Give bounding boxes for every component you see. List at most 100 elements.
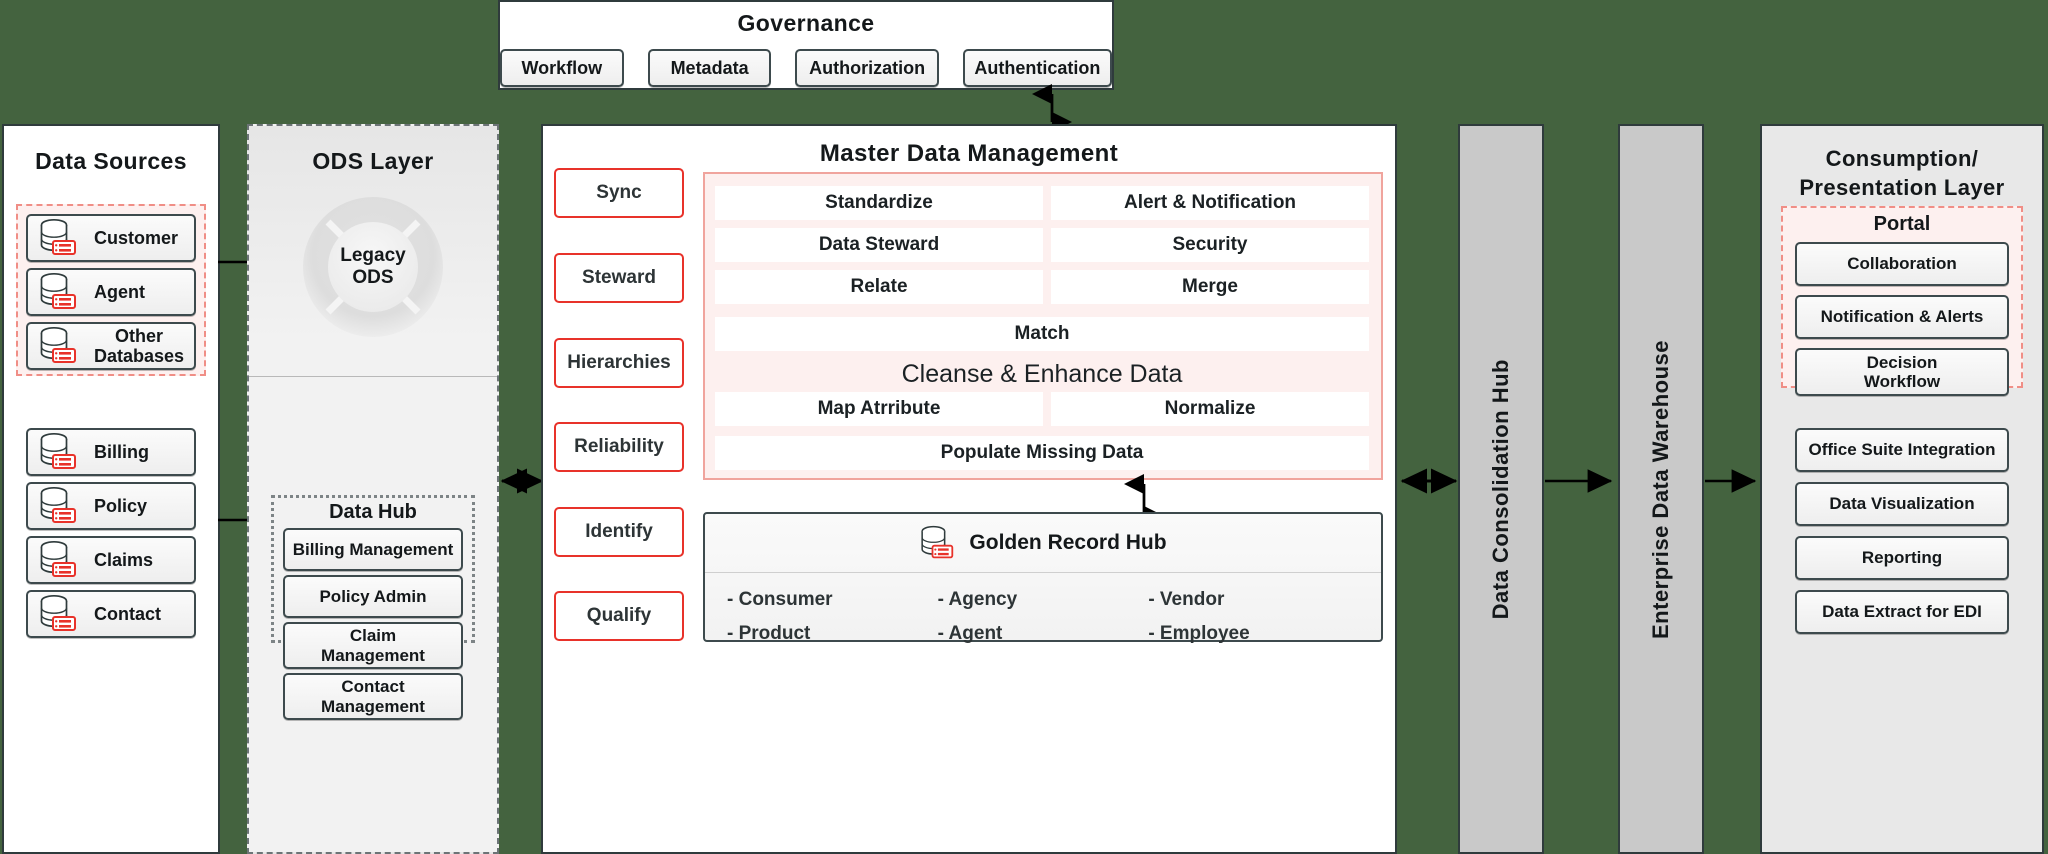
mdm-capability-match[interactable]: Match	[715, 317, 1369, 351]
mdm-capability-label: Standardize	[825, 192, 933, 213]
portal-item-label: Collaboration	[1847, 254, 1957, 274]
mdm-capability-normalize[interactable]: Normalize	[1051, 392, 1369, 426]
data-source-billing[interactable]: Billing	[26, 428, 196, 476]
enterprise-data-warehouse-label: Enterprise Data Warehouse	[1648, 339, 1673, 639]
mdm-capability-populate-missing-data[interactable]: Populate Missing Data	[715, 436, 1369, 470]
ods-layer-title: ODS Layer	[312, 148, 434, 174]
warehouse-to-consumption-arrow	[1705, 469, 1757, 493]
mdm-capability-security[interactable]: Security	[1051, 228, 1369, 262]
legacy-ods-label-line1: Legacy	[340, 245, 406, 266]
diagram-canvas: Governance Workflow Metadata Authorizati…	[0, 0, 2048, 854]
golden-record-hub-card: Golden Record Hub - Consumer - Agency - …	[703, 512, 1383, 644]
mdm-capability-label: Relate	[850, 276, 908, 297]
data-source-policy[interactable]: Policy	[26, 482, 196, 530]
consumption-service-data-extract-edi[interactable]: Data Extract for EDI	[1795, 590, 2009, 634]
portal-item-collaboration[interactable]: Collaboration	[1795, 242, 2009, 286]
database-icon	[38, 593, 78, 635]
data-hub-item-label: Claim Management	[321, 626, 425, 665]
data-hub-title: Data Hub	[329, 501, 417, 523]
golden-record-entity: - Vendor	[1148, 589, 1225, 610]
mdm-capability-label: Alert & Notification	[1123, 192, 1297, 213]
governance-item-metadata[interactable]: Metadata	[647, 49, 772, 87]
data-consolidation-hub-label: Data Consolidation Hub	[1488, 358, 1513, 620]
data-source-label: Policy	[94, 495, 148, 516]
governance-panel: Governance Workflow Metadata Authorizati…	[498, 0, 1114, 90]
golden-record-entity-grid: - Consumer - Agency - Vendor - Product -…	[705, 573, 1381, 659]
consumption-service-label: Data Visualization	[1829, 494, 1975, 514]
database-icon	[38, 217, 78, 259]
database-icon	[38, 325, 78, 367]
mdm-rail-label: Qualify	[586, 605, 652, 626]
golden-record-entity: - Employee	[1148, 623, 1250, 644]
ods-divider	[249, 376, 497, 377]
mdm-capability-label: Security	[1172, 234, 1248, 255]
data-sources-panel: Data Sources Customer Agent Other Databa…	[2, 124, 220, 854]
mdm-rail-steward[interactable]: Steward	[554, 253, 684, 303]
mdm-capability-relate[interactable]: Relate	[715, 270, 1043, 304]
database-icon	[38, 539, 78, 581]
legacy-ods-node[interactable]: Legacy ODS	[302, 196, 444, 338]
consumption-service-office-suite-integration[interactable]: Office Suite Integration	[1795, 428, 2009, 472]
governance-item-authentication[interactable]: Authentication	[962, 49, 1113, 87]
mdm-capability-label: Merge	[1182, 276, 1238, 297]
database-icon	[919, 523, 955, 563]
portal-item-notification-alerts[interactable]: Notification & Alerts	[1795, 295, 2009, 339]
data-hub-item-policy-admin[interactable]: Policy Admin	[283, 575, 463, 618]
data-hub-item-label: Contact Management	[321, 677, 425, 716]
governance-item-label: Authorization	[809, 57, 926, 78]
mdm-capability-label: Map Atrribute	[817, 398, 941, 419]
governance-mdm-arrow	[1032, 84, 1072, 132]
mdm-rail-hierarchies[interactable]: Hierarchies	[554, 338, 684, 388]
governance-item-label: Workflow	[521, 57, 603, 78]
governance-item-workflow[interactable]: Workflow	[500, 49, 624, 87]
consumption-service-label: Data Extract for EDI	[1822, 602, 1982, 622]
database-icon	[38, 485, 78, 527]
consumption-title-line1: Consumption/	[1825, 146, 1979, 171]
mdm-rail-qualify[interactable]: Qualify	[554, 591, 684, 641]
consumption-service-label: Reporting	[1861, 548, 1943, 568]
mdm-capability-merge[interactable]: Merge	[1051, 270, 1369, 304]
data-source-claims[interactable]: Claims	[26, 536, 196, 584]
governance-item-authorization[interactable]: Authorization	[795, 49, 939, 87]
mdm-rail-reliability[interactable]: Reliability	[554, 422, 684, 472]
data-source-agent[interactable]: Agent	[26, 268, 196, 316]
data-hub-item-contact-management[interactable]: Contact Management	[283, 673, 463, 720]
consolidation-to-warehouse-arrow	[1545, 469, 1613, 493]
mdm-capability-map-attribute[interactable]: Map Atrribute	[715, 392, 1043, 426]
data-consolidation-hub-slab[interactable]: Data Consolidation Hub	[1458, 124, 1544, 854]
mdm-capability-alert-notification[interactable]: Alert & Notification	[1051, 186, 1369, 220]
data-source-label: Claims	[94, 549, 154, 570]
data-source-label: Customer	[94, 227, 179, 248]
mdm-capability-label: Populate Missing Data	[940, 442, 1144, 463]
portal-item-decision-workflow[interactable]: Decision Workflow	[1795, 348, 2009, 396]
data-hub-item-billing-management[interactable]: Billing Management	[283, 528, 463, 571]
data-hub-item-label: Billing Management	[292, 539, 454, 559]
governance-item-label: Metadata	[670, 57, 749, 78]
consumption-service-reporting[interactable]: Reporting	[1795, 536, 2009, 580]
governance-title: Governance	[737, 10, 875, 36]
consumption-title-line2: Presentation Layer	[1799, 175, 2005, 200]
mdm-capability-label: Data Steward	[818, 234, 940, 255]
data-source-other-databases[interactable]: Other Databases	[26, 322, 196, 370]
data-source-customer[interactable]: Customer	[26, 214, 196, 262]
golden-record-entity: - Consumer	[727, 589, 833, 610]
data-hub-item-label: Policy Admin	[319, 586, 427, 606]
golden-record-hub-title: Golden Record Hub	[969, 531, 1167, 554]
mdm-capability-data-steward[interactable]: Data Steward	[715, 228, 1043, 262]
mdm-rail-label: Hierarchies	[567, 352, 671, 373]
mdm-rail-label: Identify	[585, 521, 653, 542]
consumption-service-data-visualization[interactable]: Data Visualization	[1795, 482, 2009, 526]
golden-record-entity: - Agency	[937, 589, 1018, 610]
consumption-service-label: Office Suite Integration	[1808, 440, 1996, 460]
mdm-capability-standardize[interactable]: Standardize	[715, 186, 1043, 220]
mdm-consolidation-arrow	[1400, 468, 1458, 494]
data-source-contact[interactable]: Contact	[26, 590, 196, 638]
mdm-rail-sync[interactable]: Sync	[554, 168, 684, 218]
golden-record-hub-header: Golden Record Hub	[705, 514, 1381, 573]
database-icon	[38, 271, 78, 313]
golden-record-entity: - Product	[727, 623, 811, 644]
mdm-capability-label: Match	[1014, 323, 1070, 344]
mdm-rail-identify[interactable]: Identify	[554, 507, 684, 557]
data-hub-item-claim-management[interactable]: Claim Management	[283, 622, 463, 669]
enterprise-data-warehouse-slab[interactable]: Enterprise Data Warehouse	[1618, 124, 1704, 854]
